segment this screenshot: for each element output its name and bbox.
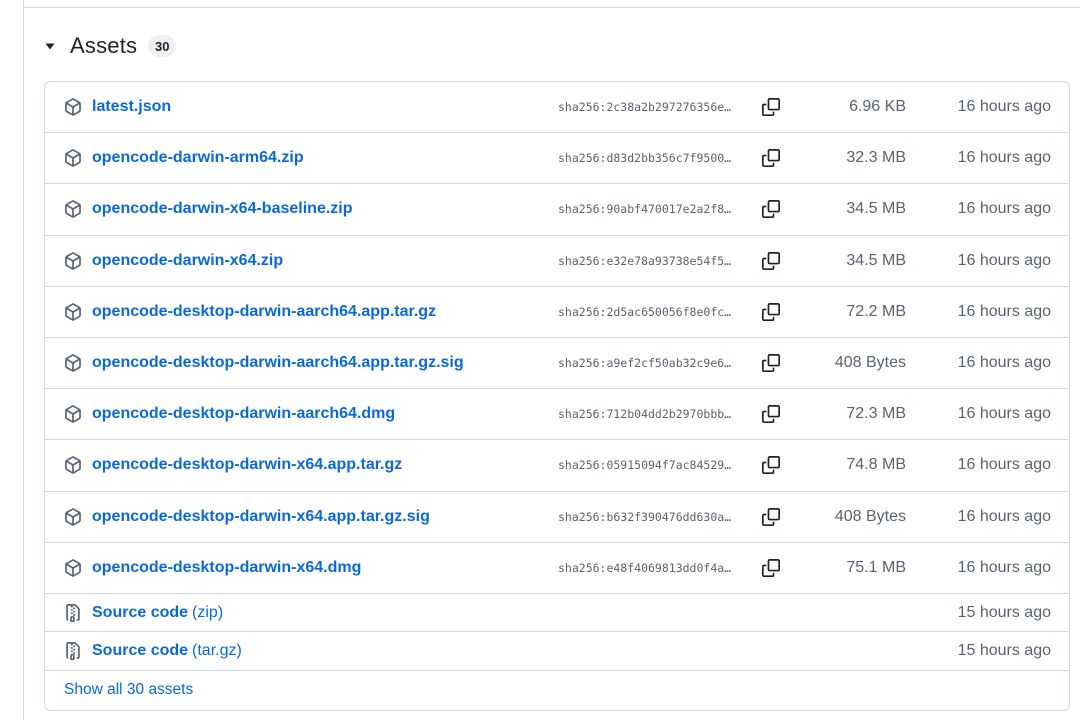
package-icon [64, 200, 82, 219]
asset-size: 32.3 MB [846, 149, 906, 167]
copy-icon[interactable] [761, 507, 781, 527]
assets-footer: Show all 30 assets [45, 671, 1069, 709]
source-code-label: Source code [92, 642, 189, 660]
file-zip-icon [64, 642, 82, 661]
asset-download-link[interactable]: opencode-desktop-darwin-aarch64.app.tar.… [92, 303, 436, 321]
source-code-row: Source code (zip) 15 hours ago [45, 594, 1069, 633]
package-icon [64, 405, 82, 424]
source-code-format: (tar.gz) [192, 642, 242, 660]
asset-row: opencode-desktop-darwin-x64.app.tar.gz sh… [45, 440, 1069, 492]
asset-download-link[interactable]: opencode-desktop-darwin-aarch64.dmg [92, 405, 395, 423]
package-icon [64, 507, 82, 526]
package-icon [64, 354, 82, 372]
asset-size: 75.1 MB [846, 558, 906, 576]
package-icon [64, 303, 82, 321]
asset-updated-time: 16 hours ago [957, 558, 1051, 576]
package-icon [64, 456, 82, 475]
asset-updated-time: 16 hours ago [957, 98, 1051, 116]
copy-icon[interactable] [761, 353, 781, 373]
asset-download-link[interactable]: opencode-darwin-arm64.zip [92, 149, 304, 167]
source-code-label: Source code [92, 603, 189, 621]
asset-download-link[interactable]: opencode-desktop-darwin-aarch64.app.tar.… [92, 354, 464, 372]
assets-list: latest.json sha256:2c38a2b297276356e… 6.96… [44, 81, 1070, 711]
asset-updated-time: 16 hours ago [957, 251, 1051, 269]
asset-row: opencode-desktop-darwin-aarch64.dmg sha25… [45, 389, 1069, 441]
package-icon [64, 98, 82, 116]
asset-updated-time: 16 hours ago [957, 405, 1051, 423]
asset-row: opencode-desktop-darwin-aarch64.app.tar.… [45, 287, 1069, 338]
copy-icon[interactable] [761, 404, 781, 424]
source-code-time: 15 hours ago [957, 642, 1051, 660]
asset-updated-time: 16 hours ago [957, 149, 1051, 167]
source-code-row: Source code (tar.gz) 15 hours ago [45, 632, 1069, 671]
copy-icon[interactable] [761, 148, 781, 168]
asset-sha256-digest: sha256:b632f390476dd630a… [558, 509, 732, 524]
asset-sha256-digest: sha256:712b04dd2b2970bbb… [558, 407, 732, 422]
assets-summary-toggle[interactable]: Assets 30 [44, 30, 177, 62]
asset-row: opencode-desktop-darwin-x64.dmg sha256:e4… [45, 543, 1069, 594]
asset-sha256-digest: sha256:2d5ac650056f8e0fc… [558, 304, 732, 319]
source-code-download-link[interactable]: Source code (zip) [92, 604, 223, 622]
asset-row: opencode-darwin-arm64.zip sha256:d83d2bb3… [45, 133, 1069, 185]
copy-icon[interactable] [761, 558, 781, 578]
asset-row: opencode-darwin-x64.zip sha256:e32e78a937… [45, 236, 1069, 287]
asset-updated-time: 16 hours ago [957, 507, 1051, 525]
assets-heading: Assets [70, 33, 138, 58]
asset-sha256-digest: sha256:90abf470017e2a2f8… [558, 202, 732, 217]
asset-download-link[interactable]: opencode-desktop-darwin-x64.app.tar.gz.s… [92, 508, 430, 526]
asset-updated-time: 16 hours ago [957, 456, 1051, 474]
asset-size: 34.5 MB [846, 200, 906, 218]
asset-download-link[interactable]: opencode-desktop-darwin-x64.app.tar.gz [92, 456, 402, 474]
asset-sha256-digest: sha256:a9ef2cf50ab32c9e6… [558, 356, 732, 371]
source-code-format: (zip) [192, 603, 224, 621]
asset-sha256-digest: sha256:05915094f7ac84529… [558, 458, 732, 473]
source-code-time: 15 hours ago [957, 603, 1051, 621]
asset-size: 74.8 MB [846, 456, 906, 474]
assets-count-badge: 30 [148, 35, 177, 57]
asset-sha256-digest: sha256:e32e78a93738e54f5… [558, 253, 732, 268]
file-zip-icon [64, 603, 82, 622]
asset-download-link[interactable]: opencode-darwin-x64-baseline.zip [92, 200, 353, 218]
release-page: Assets 30 latest.json sha256:2c38a2b29727… [0, 0, 1080, 720]
copy-icon[interactable] [761, 251, 781, 271]
copy-icon[interactable] [761, 455, 781, 475]
triangle-down-icon [44, 40, 56, 52]
copy-icon[interactable] [761, 302, 781, 322]
show-all-assets-link[interactable]: Show all 30 assets [64, 681, 193, 699]
asset-sha256-digest: sha256:2c38a2b297276356e… [558, 100, 732, 115]
asset-size: 72.2 MB [846, 302, 906, 320]
asset-updated-time: 16 hours ago [957, 354, 1051, 372]
asset-size: 6.96 KB [849, 98, 906, 116]
asset-size: 408 Bytes [834, 354, 906, 372]
asset-row: latest.json sha256:2c38a2b297276356e… 6.96… [45, 82, 1069, 134]
source-code-download-link[interactable]: Source code (tar.gz) [92, 642, 242, 660]
asset-sha256-digest: sha256:e48f4069813dd0f4a… [558, 560, 732, 575]
asset-download-link[interactable]: latest.json [92, 98, 171, 116]
asset-updated-time: 16 hours ago [957, 200, 1051, 218]
asset-size: 34.5 MB [846, 251, 906, 269]
asset-size: 408 Bytes [834, 507, 906, 525]
asset-row: opencode-darwin-x64-baseline.zip sha256:9… [45, 184, 1069, 236]
copy-icon[interactable] [761, 199, 781, 219]
copy-icon[interactable] [761, 97, 781, 117]
asset-sha256-digest: sha256:d83d2bb356c7f9500… [558, 151, 732, 166]
asset-row: opencode-desktop-darwin-x64.app.tar.gz.s… [45, 492, 1069, 543]
previous-section-border [23, 0, 1080, 8]
package-icon [64, 149, 82, 168]
asset-updated-time: 16 hours ago [957, 302, 1051, 320]
asset-size: 72.3 MB [846, 405, 906, 423]
asset-download-link[interactable]: opencode-desktop-darwin-x64.dmg [92, 559, 361, 577]
left-divider [23, 0, 24, 720]
asset-download-link[interactable]: opencode-darwin-x64.zip [92, 252, 283, 270]
asset-row: opencode-desktop-darwin-aarch64.app.tar.… [45, 338, 1069, 390]
package-icon [64, 558, 82, 577]
package-icon [64, 251, 82, 270]
